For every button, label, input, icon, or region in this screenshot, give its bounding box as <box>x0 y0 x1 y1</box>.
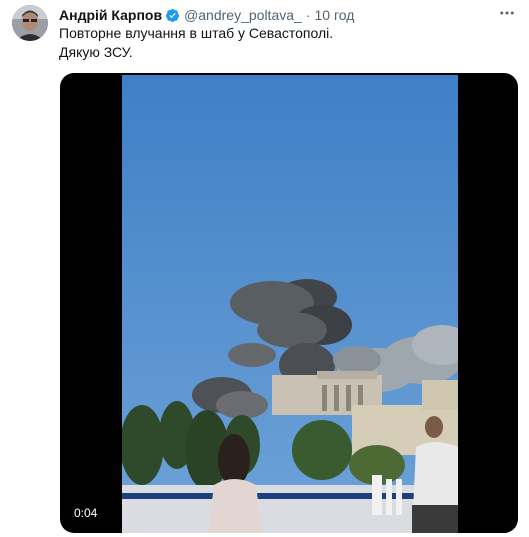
separator-dot: · <box>305 7 311 23</box>
tweet-text: Повторне влучання в штаб у Севастополі. … <box>59 24 519 61</box>
tweet-header: Андрій Карпов @andrey_poltava_ · 10 год <box>59 6 354 24</box>
verified-badge-icon <box>166 8 180 22</box>
tweet-text-line-1: Повторне влучання в штаб у Севастополі. <box>59 25 334 41</box>
video-duration: 0:04 <box>74 506 98 520</box>
tweet[interactable]: Андрій Карпов @andrey_poltava_ · 10 год … <box>0 0 529 537</box>
video-player[interactable]: 0:04 <box>60 73 518 533</box>
author-name[interactable]: Андрій Карпов <box>59 6 162 24</box>
more-horizontal-icon[interactable] <box>495 4 519 22</box>
video-frame <box>122 75 458 533</box>
tweet-timestamp[interactable]: 10 год <box>314 6 354 24</box>
tweet-text-line-2: Дякую ЗСУ. <box>59 43 133 60</box>
avatar[interactable] <box>12 5 48 41</box>
author-handle[interactable]: @andrey_poltava_ <box>184 6 302 24</box>
video-thumbnail <box>122 75 458 533</box>
avatar-image <box>12 5 48 41</box>
